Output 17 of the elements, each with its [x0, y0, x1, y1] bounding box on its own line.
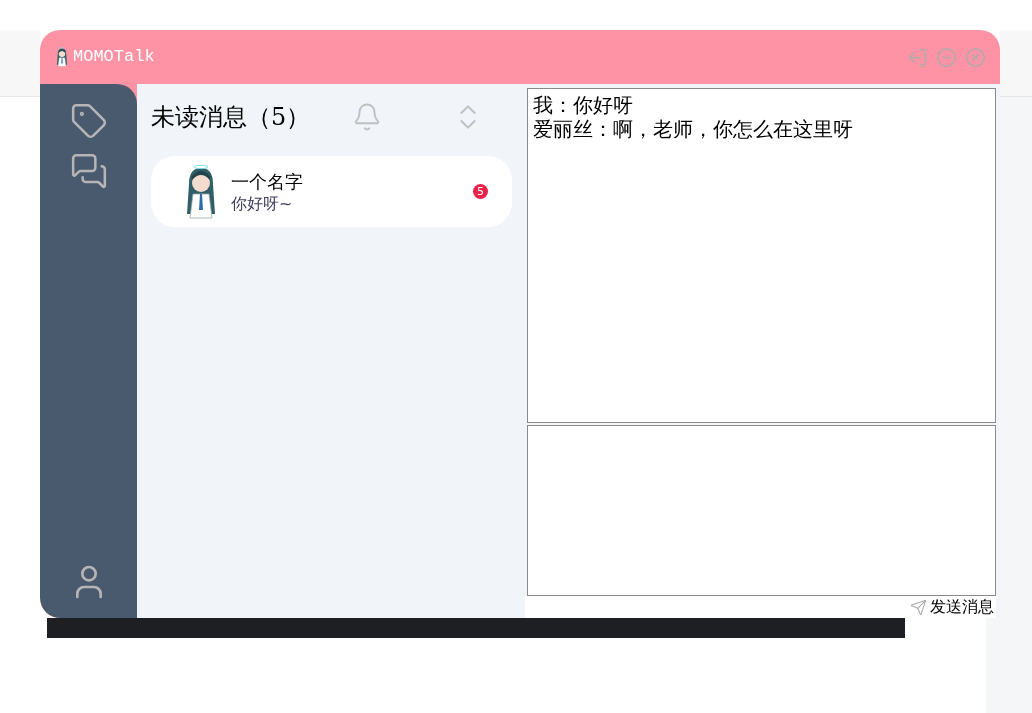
minimize-button[interactable] — [936, 46, 957, 68]
contact-item[interactable]: 一个名字 你好呀~ 5 — [151, 156, 512, 227]
close-button[interactable] — [965, 46, 986, 68]
tag-icon[interactable] — [69, 102, 108, 140]
unread-badge: 5 — [473, 184, 488, 199]
send-icon — [910, 598, 927, 616]
bell-icon[interactable] — [352, 102, 382, 132]
exit-button[interactable] — [907, 46, 928, 68]
chat-message: 爱丽丝：啊，老师，你怎么在这里呀 — [533, 117, 854, 141]
unread-title: 未读消息（5） — [151, 102, 311, 133]
chat-message: 我：你好呀 — [533, 93, 634, 117]
messages-icon[interactable] — [69, 152, 108, 190]
send-button[interactable]: 发送消息 — [910, 597, 996, 617]
message-input[interactable] — [527, 425, 996, 596]
contact-name: 一个名字 — [231, 169, 303, 194]
window-title: MOMOTalk — [73, 46, 155, 69]
message-preview: 你好呀~ — [231, 193, 294, 214]
